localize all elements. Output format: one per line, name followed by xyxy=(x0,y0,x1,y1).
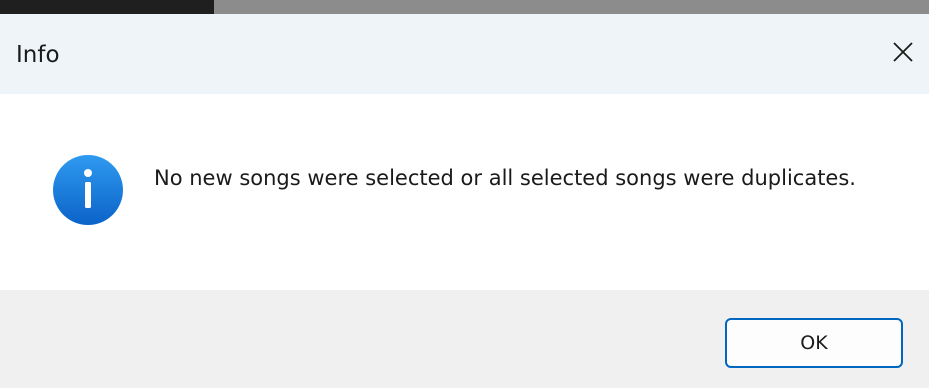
background-window-strip xyxy=(0,0,929,14)
ok-button[interactable]: OK xyxy=(725,318,903,368)
close-button[interactable] xyxy=(889,38,917,66)
message-text: No new songs were selected or all select… xyxy=(154,166,856,190)
dialog-title: Info xyxy=(16,42,60,68)
info-icon xyxy=(53,155,123,225)
dialog-footer: OK xyxy=(0,290,929,388)
background-window-dark-segment xyxy=(0,0,214,14)
info-dialog: Info No new songs were selected or all s… xyxy=(0,14,929,388)
screen: Info No new songs were selected or all s… xyxy=(0,0,929,388)
dialog-titlebar[interactable]: Info xyxy=(0,14,929,94)
close-icon xyxy=(893,42,913,62)
dialog-content: No new songs were selected or all select… xyxy=(0,94,929,290)
